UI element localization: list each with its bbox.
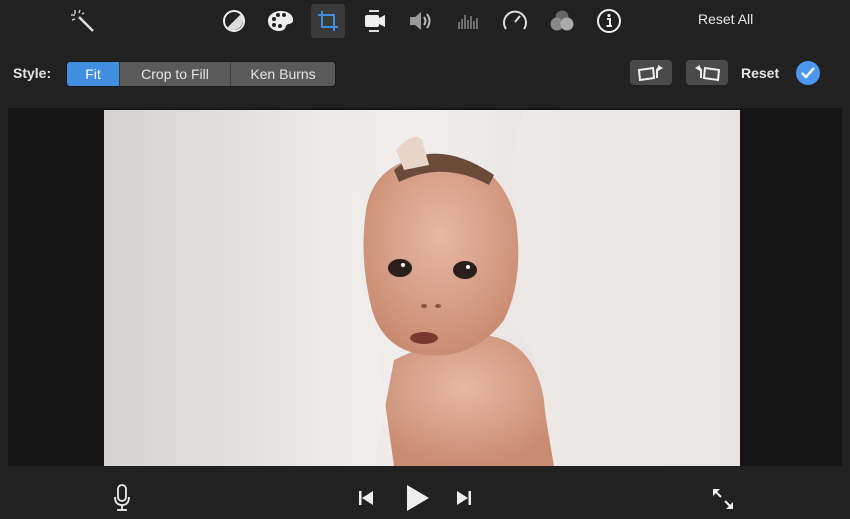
style-crop-to-fill-button[interactable]: Crop to Fill (120, 62, 231, 86)
info-icon[interactable] (592, 4, 626, 38)
rotate-counterclockwise-button[interactable] (630, 60, 672, 85)
checkmark-icon (801, 67, 815, 79)
style-fit-button[interactable]: Fit (67, 62, 120, 86)
rotate-left-icon (637, 64, 663, 81)
play-icon (407, 485, 429, 511)
style-segmented-control: Fit Crop to Fill Ken Burns (66, 61, 336, 87)
play-button[interactable] (401, 482, 433, 514)
apply-button[interactable] (796, 61, 820, 85)
magic-wand-icon[interactable] (66, 4, 100, 38)
rotate-clockwise-button[interactable] (686, 60, 728, 85)
expand-icon (713, 489, 733, 509)
next-button[interactable] (452, 486, 476, 510)
rotate-right-icon (695, 64, 721, 81)
fullscreen-button[interactable] (708, 484, 738, 514)
noise-reduction-icon[interactable] (451, 4, 485, 38)
color-balance-icon[interactable] (217, 4, 251, 38)
baby-photo (104, 110, 740, 466)
color-correction-icon[interactable] (264, 4, 298, 38)
volume-icon[interactable] (404, 4, 438, 38)
style-ken-burns-button[interactable]: Ken Burns (231, 62, 335, 86)
skip-forward-icon (457, 491, 471, 505)
skip-back-icon (359, 491, 373, 505)
speed-icon[interactable] (498, 4, 532, 38)
viewer-image[interactable] (104, 110, 740, 466)
style-label: Style: (13, 65, 52, 81)
stabilization-icon[interactable] (358, 4, 392, 38)
reset-button[interactable]: Reset (741, 65, 779, 81)
previous-button[interactable] (354, 486, 378, 510)
reset-all-button[interactable]: Reset All (698, 11, 753, 27)
clip-filter-icon[interactable] (545, 4, 579, 38)
microphone-icon (114, 484, 130, 511)
crop-icon[interactable] (311, 4, 345, 38)
voiceover-microphone-button[interactable] (110, 482, 134, 514)
